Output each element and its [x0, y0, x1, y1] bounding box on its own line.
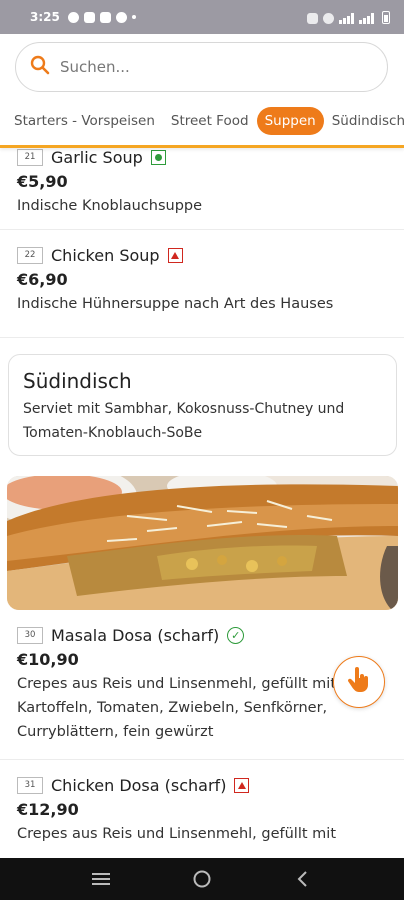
notification-icon: [115, 11, 127, 23]
system-icons: [307, 10, 390, 24]
search-input[interactable]: [60, 58, 360, 76]
header: Starters - Vorspeisen Street Food Suppen…: [0, 34, 404, 148]
back-icon[interactable]: [283, 864, 323, 894]
item-price: €6,90: [17, 270, 68, 289]
item-name: Chicken Dosa (scharf): [51, 775, 227, 795]
item-price: €10,90: [17, 650, 79, 669]
non-vegetarian-icon: [234, 777, 250, 793]
menu-item[interactable]: 31 Chicken Dosa (scharf) €12,90 Crepes a…: [0, 760, 404, 846]
battery-icon: [382, 10, 390, 24]
tab-street-food[interactable]: Street Food: [163, 107, 257, 135]
item-description: Indische Knoblauchsuppe: [17, 198, 203, 214]
item-description: Indische Hühnersuppe nach Art des Hauses: [17, 296, 334, 312]
item-number: 22: [17, 246, 43, 264]
vegetarian-icon: [150, 149, 166, 165]
signal-icon: [359, 12, 374, 24]
item-price: €12,90: [17, 800, 79, 819]
non-vegetarian-icon: [167, 247, 183, 263]
more-notifications-icon: [131, 15, 136, 19]
item-number: 30: [17, 626, 43, 644]
notification-icon: [83, 11, 95, 23]
section-description: Serviet mit Sambhar, Kokosnuss-Chutney u…: [23, 401, 345, 441]
item-description: Crepes aus Reis und Linsenmehl, gefüllt …: [17, 676, 336, 740]
menu-item[interactable]: 21 Garlic Soup €5,90 Indische Knoblauchs…: [0, 148, 404, 230]
hand-pointer-icon: [347, 667, 371, 697]
search-bar[interactable]: [15, 42, 388, 92]
item-description: Crepes aus Reis und Linsenmehl, gefüllt …: [17, 826, 336, 842]
home-circle-icon[interactable]: [182, 864, 222, 894]
item-name: Garlic Soup: [51, 148, 143, 167]
menu-list[interactable]: 21 Garlic Soup €5,90 Indische Knoblauchs…: [0, 148, 404, 858]
section-card-suedindisch: Südindisch Serviet mit Sambhar, Kokosnus…: [8, 354, 397, 456]
menu-icon[interactable]: [81, 864, 121, 894]
vegan-icon: ✓: [227, 626, 245, 644]
item-price: €5,90: [17, 172, 68, 191]
menu-item[interactable]: 22 Chicken Soup €6,90 Indische Hühnersup…: [0, 230, 404, 338]
tab-starters[interactable]: Starters - Vorspeisen: [6, 107, 163, 135]
vibrate-icon: [307, 12, 318, 24]
wifi-icon: [323, 12, 334, 24]
signal-icon: [339, 12, 354, 24]
dosa-photo: [7, 476, 398, 610]
item-number: 21: [17, 148, 43, 166]
system-nav-bar: [0, 858, 404, 900]
status-bar: 3:25: [0, 0, 404, 34]
item-name: Chicken Soup: [51, 245, 160, 265]
item-name: Masala Dosa (scharf): [51, 625, 220, 645]
notification-icon: [99, 11, 111, 23]
notification-icons: [67, 11, 136, 23]
tab-suppen[interactable]: Suppen: [256, 107, 324, 135]
item-number: 31: [17, 776, 43, 794]
search-icon: [30, 55, 50, 79]
category-tabs: Starters - Vorspeisen Street Food Suppen…: [0, 104, 404, 138]
status-time: 3:25: [30, 10, 60, 24]
tab-suedindisch[interactable]: Südindisch: [324, 107, 404, 135]
section-title: Südindisch: [23, 369, 132, 393]
notification-icon: [67, 11, 79, 23]
call-waiter-button[interactable]: [333, 656, 385, 708]
